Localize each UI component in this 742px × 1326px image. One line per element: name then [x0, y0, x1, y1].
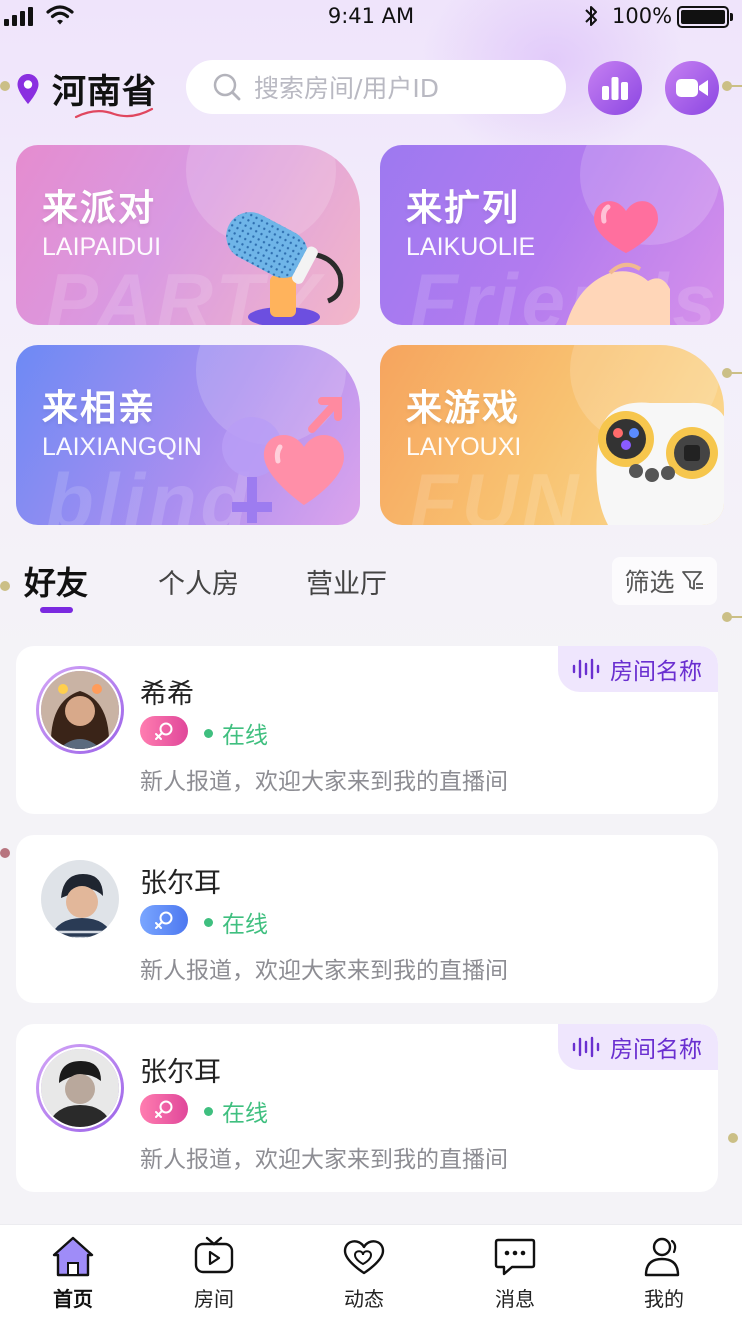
location-underline-decor: [74, 107, 154, 119]
room-tag-label: 房间名称: [610, 659, 702, 685]
gamepad-icon: [596, 402, 724, 525]
home-icon: [52, 1236, 94, 1277]
filter-icon: [681, 571, 703, 590]
online-label: 在线: [222, 723, 268, 749]
filter-label: 筛选: [624, 568, 675, 597]
online-label: 在线: [222, 912, 268, 938]
avatar-image: [39, 669, 121, 751]
nav-label: 动态: [344, 1287, 384, 1311]
user-name: 希希: [140, 679, 194, 710]
category-friends[interactable]: Friends 来扩列 LAIKUOLIE: [380, 145, 724, 325]
gender-badge: [140, 1094, 188, 1124]
room-tag-label: 房间名称: [610, 1037, 702, 1063]
user-list-item[interactable]: 张尔耳 在线 新人报道，欢迎大家来到我的直播间: [16, 835, 718, 1003]
avatar[interactable]: [36, 666, 124, 754]
love-gender-icon: [222, 397, 344, 523]
battery-icon: [677, 6, 733, 28]
nav-profile[interactable]: 我的: [614, 1235, 714, 1312]
nav-home[interactable]: 首页: [23, 1235, 123, 1312]
user-list-item[interactable]: 希希 在线 新人报道，欢迎大家来到我的直播间 房间名称: [16, 646, 718, 814]
tab-friends[interactable]: 好友: [24, 558, 88, 604]
decor-dot: [728, 1133, 738, 1143]
room-tag[interactable]: 房间名称: [558, 1024, 718, 1070]
filter-button[interactable]: 筛选: [612, 557, 717, 605]
bar-chart-icon: [602, 77, 628, 100]
user-name: 张尔耳: [140, 868, 221, 899]
microphone-icon: [226, 212, 344, 325]
category-blind-date[interactable]: blind 来相亲 LAIXIANGQIN: [16, 345, 360, 525]
nav-label: 消息: [495, 1287, 535, 1311]
user-bio: 新人报道，欢迎大家来到我的直播间: [140, 769, 508, 795]
message-icon: [494, 1238, 536, 1276]
sound-wave-icon: [572, 1036, 600, 1058]
category-title: 来派对: [42, 188, 157, 229]
live-video-button[interactable]: [665, 61, 719, 115]
category-title: 来游戏: [406, 388, 521, 429]
search-placeholder: 搜索房间/用户ID: [254, 74, 440, 103]
nav-moments[interactable]: 动态: [314, 1235, 414, 1312]
online-label: 在线: [222, 1101, 268, 1127]
user-list-item[interactable]: 张尔耳 在线 新人报道，欢迎大家来到我的直播间 房间名称: [16, 1024, 718, 1192]
status-bar: 9:41 AM 100%: [0, 0, 742, 34]
decor-line: [730, 372, 742, 374]
online-status: 在线: [204, 905, 268, 939]
location-selector[interactable]: 河南省: [16, 64, 157, 119]
online-dot: [204, 1106, 213, 1116]
user-bio: 新人报道，欢迎大家来到我的直播间: [140, 1147, 508, 1173]
tab-personal-room[interactable]: 个人房: [158, 562, 239, 601]
gender-badge: [140, 905, 188, 935]
location-label: 河南省: [52, 64, 157, 119]
user-name: 张尔耳: [140, 1057, 221, 1088]
online-status: 在线: [204, 1094, 268, 1128]
sound-wave-icon: [572, 658, 600, 680]
bluetooth-icon: [585, 6, 597, 26]
category-subtitle: LAIXIANGQIN: [42, 433, 202, 461]
search-input[interactable]: 搜索房间/用户ID: [186, 60, 566, 114]
bottom-navigation: 首页 房间 动态 消息 我的: [0, 1224, 742, 1326]
decor-dot: [0, 581, 10, 591]
category-title: 来相亲: [42, 388, 157, 429]
nav-messages[interactable]: 消息: [465, 1235, 565, 1312]
nav-label: 房间: [194, 1287, 234, 1311]
tv-icon: [194, 1236, 234, 1274]
male-icon: [155, 911, 173, 929]
location-pin-icon: [17, 73, 39, 104]
heart-hand-icon: [566, 201, 670, 325]
tab-active-indicator: [40, 607, 73, 613]
battery-percent: 100%: [612, 4, 673, 28]
search-icon: [213, 73, 241, 101]
category-subtitle: LAIYOUXI: [406, 433, 522, 461]
category-subtitle: LAIPAIDUI: [42, 233, 162, 261]
avatar[interactable]: [36, 1044, 124, 1132]
category-party[interactable]: PARTY 来派对 LAIPAIDUI: [16, 145, 360, 325]
online-dot: [204, 917, 213, 927]
card-watermark: FUN: [410, 457, 583, 525]
decor-line: [730, 85, 742, 87]
nav-room[interactable]: 房间: [164, 1235, 264, 1312]
avatar[interactable]: [36, 855, 124, 943]
room-tag[interactable]: 房间名称: [558, 646, 718, 692]
user-bio: 新人报道，欢迎大家来到我的直播间: [140, 958, 508, 984]
nav-label: 我的: [644, 1287, 684, 1311]
female-icon: [155, 722, 173, 740]
category-game[interactable]: FUN 来游戏 LAIYOUXI: [380, 345, 724, 525]
online-dot: [204, 728, 213, 738]
avatar-image: [39, 1047, 121, 1129]
decor-dot: [0, 81, 10, 91]
decor-line: [730, 616, 742, 618]
heart-chat-icon: [343, 1240, 385, 1275]
ranking-button[interactable]: [588, 61, 642, 115]
gender-badge: [140, 716, 188, 746]
online-status: 在线: [204, 716, 268, 750]
avatar-image: [39, 858, 121, 940]
category-title: 来扩列: [406, 188, 521, 229]
tab-business-hall[interactable]: 营业厅: [306, 562, 387, 601]
user-icon: [644, 1237, 680, 1277]
video-camera-icon: [676, 79, 708, 97]
female-icon: [155, 1100, 173, 1118]
category-subtitle: LAIKUOLIE: [406, 233, 536, 261]
decor-dot: [0, 848, 10, 858]
nav-label: 首页: [53, 1287, 93, 1311]
